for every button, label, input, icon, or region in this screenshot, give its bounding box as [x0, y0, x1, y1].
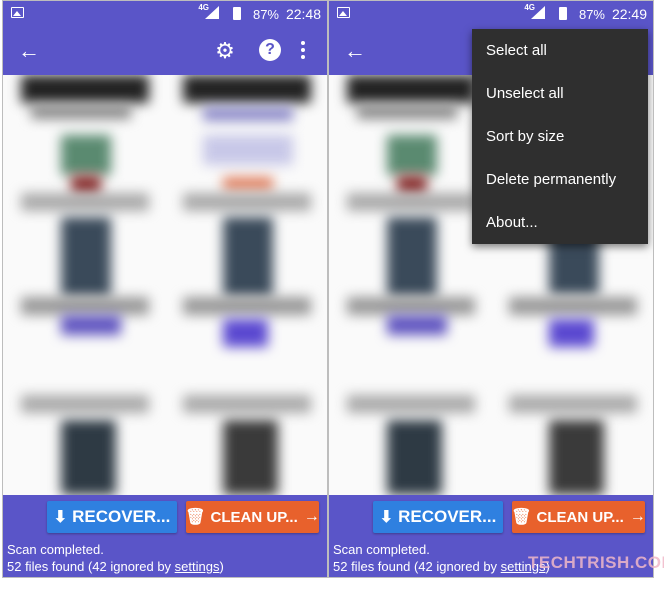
menu-item-unselect-all[interactable]: Unselect all	[472, 72, 648, 115]
help-icon[interactable]: ?	[259, 39, 281, 61]
status-bar: 4G 87% 22:49	[329, 1, 653, 27]
download-icon: ⬇	[53, 509, 68, 526]
scan-status: Scan completed. 52 files found (42 ignor…	[333, 541, 550, 575]
file-thumbnail-column	[347, 75, 475, 495]
signal-icon	[205, 6, 219, 19]
recover-button[interactable]: ⬇ RECOVER...	[47, 501, 177, 533]
gear-icon[interactable]: ⚙	[211, 37, 239, 65]
scan-status-line: Scan completed.	[7, 542, 104, 557]
cleanup-label: CLEAN UP...	[210, 508, 298, 526]
right-screen: 4G 87% 22:49 ← ⬇ RECOVER... 🗑 CLEAN UP..…	[328, 0, 654, 578]
trash-icon: 🗑	[185, 509, 206, 526]
recover-label: RECOVER...	[72, 507, 171, 526]
recover-label: RECOVER...	[398, 507, 497, 526]
files-found-suffix: )	[219, 559, 224, 574]
action-bar: ⬇ RECOVER... 🗑 CLEAN UP... → Scan comple…	[3, 495, 327, 577]
files-found-line: 52 files found (42 ignored by settings)	[7, 558, 224, 575]
files-found-text: 52 files found (42 ignored by	[7, 559, 175, 574]
trash-icon: 🗑	[511, 509, 532, 526]
battery-icon	[559, 7, 567, 20]
arrow-right-icon: →	[303, 508, 320, 525]
download-icon: ⬇	[379, 509, 394, 526]
clock: 22:48	[285, 6, 321, 22]
recovered-files-grid	[3, 75, 327, 495]
overflow-menu: Select all Unselect all Sort by size Del…	[472, 29, 648, 244]
settings-link[interactable]: settings	[175, 559, 220, 574]
cleanup-button[interactable]: 🗑 CLEAN UP... →	[185, 501, 320, 533]
cleanup-label: CLEAN UP...	[536, 508, 624, 526]
battery-icon	[233, 7, 241, 20]
left-screen: 4G 87% 22:48 ← ⚙ ? ⬇ RECOVER... 🗑 CLEAN …	[2, 0, 328, 578]
battery-percent: 87%	[252, 7, 279, 22]
back-arrow-icon[interactable]: ←	[15, 37, 43, 65]
watermark: TECHTRISH.COM	[528, 553, 664, 572]
battery-percent: 87%	[578, 7, 605, 22]
scan-status-line: Scan completed.	[333, 542, 430, 557]
menu-item-select-all[interactable]: Select all	[472, 29, 648, 72]
status-bar: 4G 87% 22:48	[3, 1, 327, 27]
menu-item-sort-by-size[interactable]: Sort by size	[472, 115, 648, 158]
app-bar: ← ⚙ ?	[3, 27, 327, 75]
file-thumbnail-column	[21, 75, 149, 495]
signal-icon	[531, 6, 545, 19]
files-found-line: 52 files found (42 ignored by settings)	[333, 558, 550, 575]
overflow-menu-icon[interactable]	[299, 39, 307, 63]
file-thumbnail-column	[183, 75, 311, 495]
arrow-right-icon: →	[629, 508, 646, 525]
cleanup-button[interactable]: 🗑 CLEAN UP... →	[511, 501, 646, 533]
back-arrow-icon[interactable]: ←	[341, 37, 369, 65]
image-notification-icon	[11, 7, 24, 18]
menu-item-delete-permanently[interactable]: Delete permanently	[472, 158, 648, 201]
files-found-text: 52 files found (42 ignored by	[333, 559, 501, 574]
clock: 22:49	[611, 6, 647, 22]
image-notification-icon	[337, 7, 350, 18]
scan-status: Scan completed. 52 files found (42 ignor…	[7, 541, 224, 575]
recover-button[interactable]: ⬇ RECOVER...	[373, 501, 503, 533]
menu-item-about[interactable]: About...	[472, 201, 648, 244]
